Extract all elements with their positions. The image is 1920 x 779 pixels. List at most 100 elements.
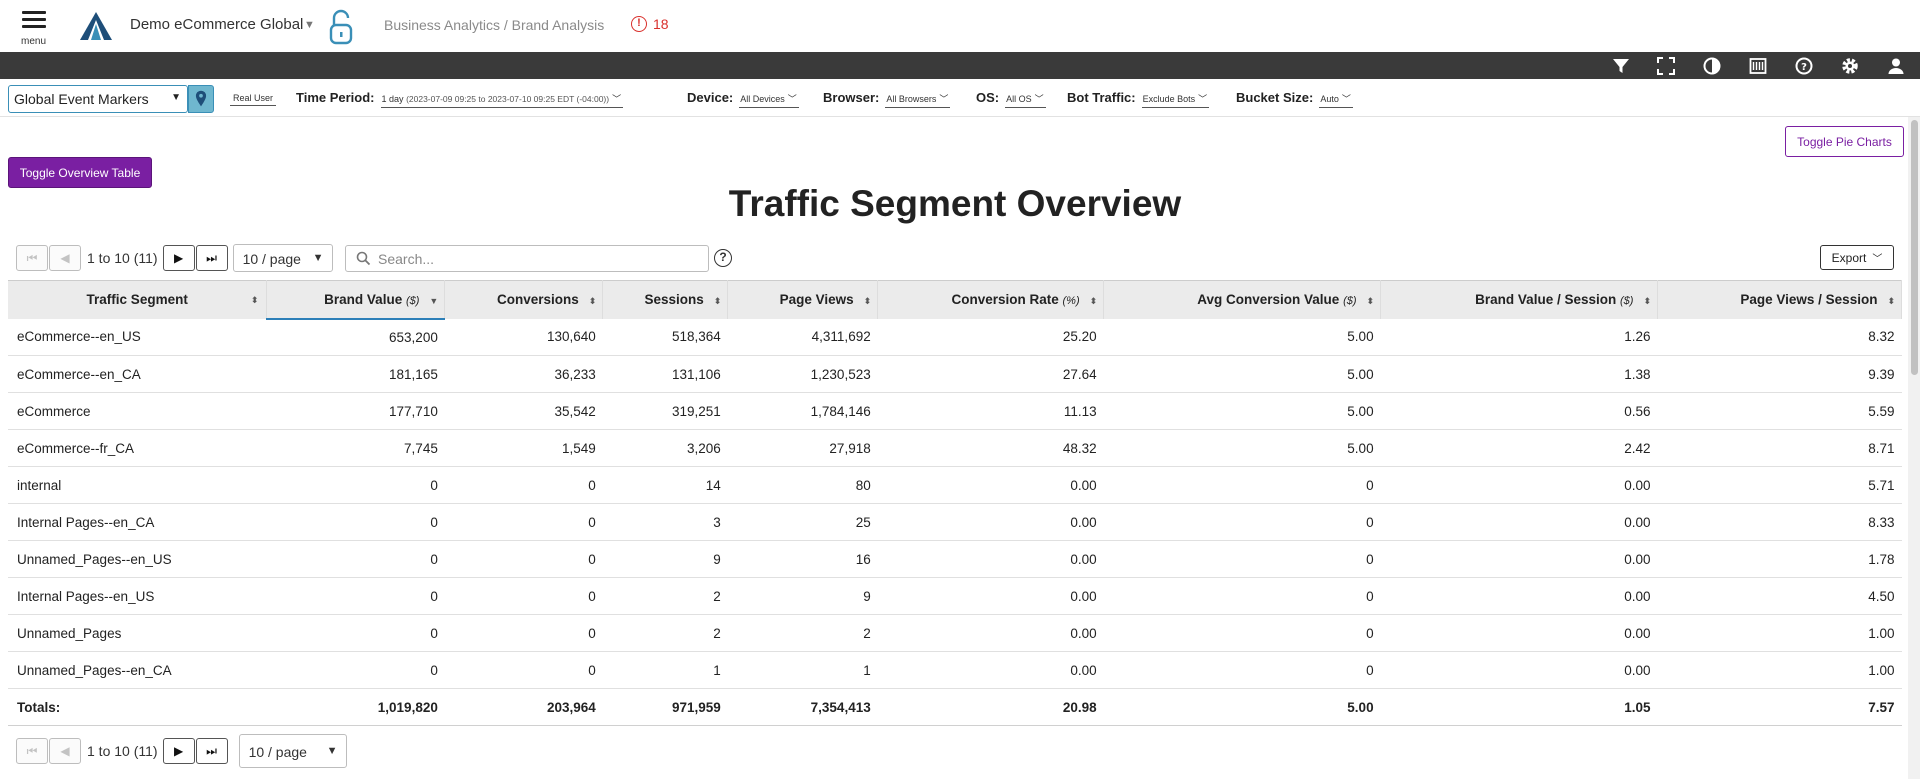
fullscreen-icon[interactable] [1656, 56, 1676, 76]
first-page-button[interactable]: ⏮ [16, 245, 48, 271]
next-page-button[interactable]: ▶ [162, 245, 195, 271]
org-selector[interactable]: Demo eCommerce Global [130, 16, 303, 33]
menu-button[interactable]: menu [20, 8, 48, 48]
table-row[interactable]: eCommerce--fr_CA 7,745 1,549 3,206 27,918 48.… [8, 429, 1902, 467]
column-header-conversions[interactable]: Conversions ⬍ [444, 280, 604, 319]
breadcrumb[interactable]: Business Analytics / Brand Analysis [384, 17, 604, 33]
help-icon[interactable]: ? [714, 249, 732, 267]
totals-cell: 20.98 [877, 688, 1104, 726]
event-markers-select[interactable]: Global Event Markers ▼ [8, 85, 188, 113]
caret-down-icon: ▼ [326, 745, 338, 757]
column-title: Page Views [779, 292, 854, 308]
scrollbar-thumb[interactable] [1911, 120, 1918, 375]
table-cell: 0 [444, 614, 603, 652]
column-unit: ($) [1620, 295, 1634, 308]
table-cell: 0 [1103, 540, 1381, 578]
table-cell: 0.00 [877, 503, 1104, 541]
per-page-select[interactable]: 10 / page ▼ [232, 244, 333, 272]
device-filter[interactable]: Device: All Devices ﹀ [687, 90, 799, 108]
column-header-page-views[interactable]: Page Views ⬍ [727, 280, 879, 319]
table-cell: 25 [727, 503, 878, 541]
browser-dropdown[interactable]: All Browsers ﹀ [885, 92, 951, 108]
device-value: All Devices [740, 94, 785, 104]
next-page-button[interactable]: ▶ [162, 738, 195, 764]
help-icon[interactable]: ? [1794, 56, 1814, 76]
svg-text:?: ? [1801, 62, 1807, 73]
column-header-brand-value-per-session[interactable]: Brand Value / Session ($) ⬍ [1380, 280, 1658, 319]
real-user-toggle[interactable]: Real User [230, 93, 277, 106]
report-icon[interactable] [1748, 56, 1768, 76]
table-cell: 0 [1103, 503, 1381, 541]
sort-desc-icon: ▼ [429, 295, 439, 306]
table-cell: 319,251 [602, 392, 728, 430]
column-header-page-views-per-session[interactable]: Page Views / Session ⬍ [1657, 280, 1902, 319]
table-cell: 5.71 [1657, 466, 1902, 504]
per-page-select[interactable]: 10 / page ▼ [238, 734, 347, 768]
search-input[interactable]: Search... [345, 245, 709, 272]
table-cell: 2 [602, 577, 728, 615]
last-page-button[interactable]: ⏭ [195, 245, 228, 271]
prev-page-button[interactable]: ◀ [49, 738, 81, 764]
alert-count: 18 [653, 16, 669, 32]
export-button[interactable]: Export ﹀ [1820, 245, 1894, 270]
table-row[interactable]: internal 0 0 14 80 0.00 0 0.00 5.71 [8, 466, 1902, 504]
time-period-filter[interactable]: Time Period: 1 day (2023-07-09 09:25 to … [296, 90, 624, 108]
table-cell: 14 [602, 466, 728, 504]
page-title: Traffic Segment Overview [728, 183, 1182, 224]
table-row[interactable]: Internal Pages--en_US 0 0 2 9 0.00 0 0.00 4.50 [8, 577, 1902, 615]
table-cell: 2 [727, 614, 878, 652]
os-filter[interactable]: OS: All OS ﹀ [976, 90, 1046, 108]
bot-traffic-filter[interactable]: Bot Traffic: Exclude Bots ﹀ [1067, 90, 1210, 108]
toggle-pie-charts-button[interactable]: Toggle Pie Charts [1785, 126, 1904, 157]
table-row[interactable]: eCommerce 177,710 35,542 319,251 1,784,146 11… [8, 392, 1902, 430]
time-period-dropdown[interactable]: 1 day (2023-07-09 09:25 to 2023-07-10 09… [380, 92, 624, 108]
table-cell: 36,233 [444, 355, 603, 393]
column-header-brand-value[interactable]: Brand Value ($) ▼ [266, 280, 446, 320]
table-row[interactable]: eCommerce--en_CA 181,165 36,233 131,106 1,23… [8, 355, 1902, 393]
table-cell: 80 [727, 466, 878, 504]
column-header-avg-conversion-value[interactable]: Avg Conversion Value ($) ⬍ [1103, 280, 1382, 319]
brand-logo[interactable] [78, 10, 114, 42]
table-cell: 8.33 [1657, 503, 1902, 541]
user-icon[interactable] [1886, 56, 1906, 76]
map-pin-icon[interactable] [188, 85, 214, 113]
alert-badge[interactable]: ! 18 [631, 16, 669, 32]
caret-down-icon: ▼ [312, 252, 324, 264]
table-cell: 0.00 [877, 651, 1104, 689]
table-row[interactable]: Unnamed_Pages--en_CA 0 0 1 1 0.00 0 0.00 1.00 [8, 651, 1902, 689]
segment-name-cell: internal [8, 466, 267, 504]
bucket-size-filter[interactable]: Bucket Size: Auto ﹀ [1236, 90, 1353, 108]
browser-filter[interactable]: Browser: All Browsers ﹀ [823, 90, 951, 108]
bucket-size-dropdown[interactable]: Auto ﹀ [1319, 92, 1353, 108]
table-row[interactable]: Unnamed_Pages--en_US 0 0 9 16 0.00 0 0.00 1.78 [8, 540, 1902, 578]
table-cell: 5.00 [1103, 318, 1381, 356]
table-cell: 27.64 [877, 355, 1104, 393]
first-page-button[interactable]: ⏮ [16, 738, 48, 764]
table-cell: 9 [727, 577, 878, 615]
segment-name-cell: Unnamed_Pages--en_US [8, 540, 267, 578]
prev-page-button[interactable]: ◀ [49, 245, 81, 271]
filter-icon[interactable] [1611, 56, 1631, 76]
column-header-sessions[interactable]: Sessions ⬍ [602, 280, 729, 319]
table-row[interactable]: Internal Pages--en_CA 0 0 3 25 0.00 0 0.00 8.33 [8, 503, 1902, 541]
os-dropdown[interactable]: All OS ﹀ [1005, 92, 1046, 108]
table-cell: 4.50 [1657, 577, 1902, 615]
chevron-down-icon: ﹀ [1034, 94, 1044, 104]
sort-icon: ⬍ [1366, 296, 1375, 307]
table-cell: 1.38 [1380, 355, 1658, 393]
column-header-traffic-segment[interactable]: Traffic Segment ⬍ [8, 280, 268, 319]
unlock-icon[interactable] [328, 8, 356, 46]
bot-traffic-dropdown[interactable]: Exclude Bots ﹀ [1141, 92, 1210, 108]
device-dropdown[interactable]: All Devices ﹀ [739, 92, 799, 108]
gear-icon[interactable] [1840, 56, 1860, 76]
chevron-down-icon[interactable]: ▼ [304, 19, 315, 31]
column-header-conversion-rate[interactable]: Conversion Rate (%) ⬍ [877, 280, 1105, 319]
last-page-button[interactable]: ⏭ [195, 738, 228, 764]
table-row[interactable]: eCommerce--en_US 653,200 130,640 518,364 4,3… [8, 318, 1902, 356]
segment-name-cell: eCommerce--en_CA [8, 355, 267, 393]
table-row[interactable]: Unnamed_Pages 0 0 2 2 0.00 0 0.00 1.00 [8, 614, 1902, 652]
table-cell: 25.20 [877, 318, 1104, 356]
sort-icon: ⬍ [1643, 296, 1651, 307]
contrast-icon[interactable] [1702, 56, 1722, 76]
per-page-value: 10 / page [242, 251, 301, 267]
